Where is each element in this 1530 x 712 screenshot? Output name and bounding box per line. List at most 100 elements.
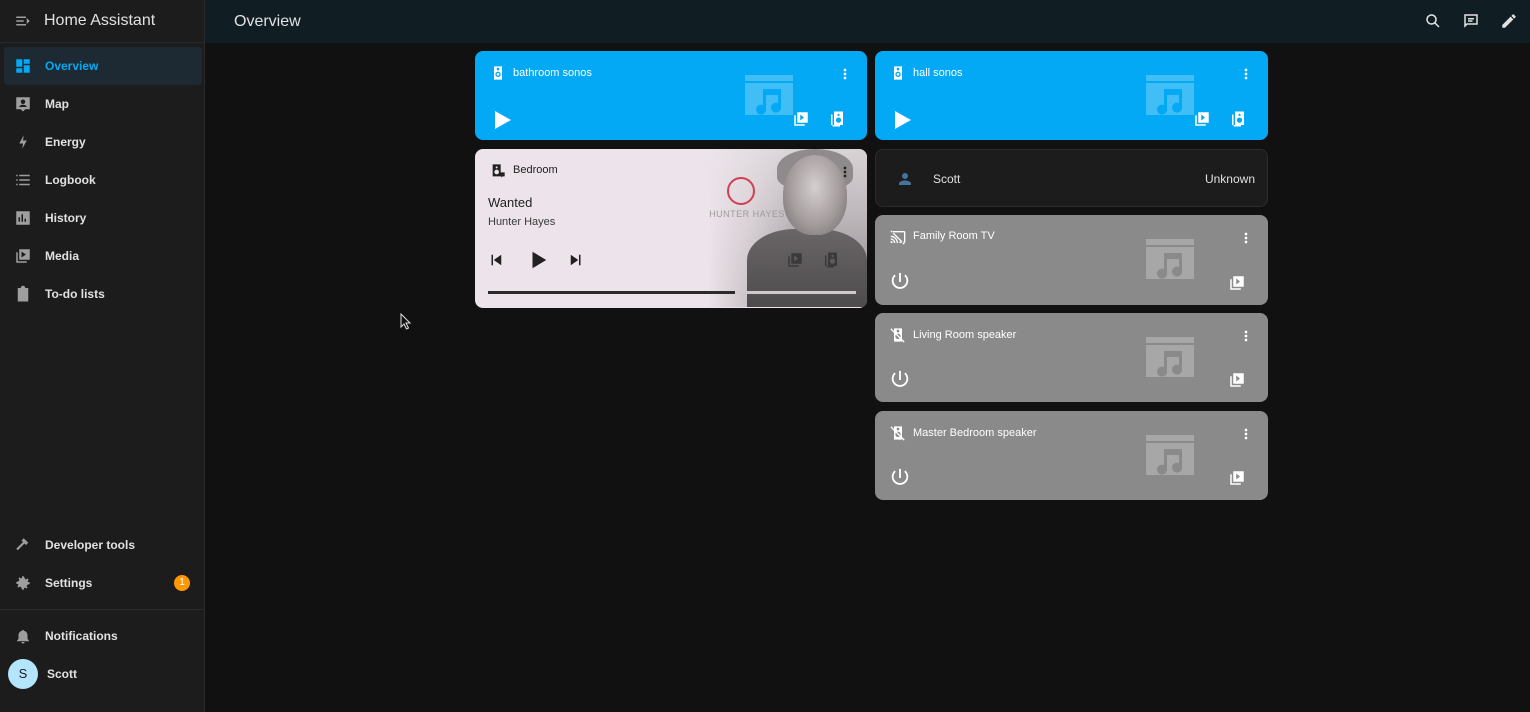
speaker-icon — [490, 65, 506, 81]
more-vert-icon[interactable] — [837, 163, 853, 181]
sidebar-divider — [0, 609, 204, 610]
browse-media-icon[interactable] — [1228, 274, 1246, 292]
album-art-logo — [727, 177, 755, 205]
play-icon[interactable] — [492, 109, 512, 131]
sidebar-item-label: Logbook — [45, 173, 96, 187]
mouse-cursor-icon — [400, 313, 412, 331]
card-title: bathroom sonos — [513, 67, 592, 79]
pencil-icon[interactable] — [1500, 12, 1518, 30]
sidebar-item-history[interactable]: History — [4, 199, 202, 237]
menu-open-icon[interactable] — [14, 12, 32, 30]
sidebar-item-label: Overview — [45, 59, 99, 73]
sidebar-item-logbook[interactable]: Logbook — [4, 161, 202, 199]
media-card-living-room-speaker[interactable]: Living Room speaker — [875, 313, 1268, 402]
play-icon[interactable] — [892, 109, 912, 131]
card-title: Master Bedroom speaker — [913, 427, 1037, 439]
sidebar-item-label: Notifications — [45, 629, 118, 643]
power-icon[interactable] — [889, 467, 911, 489]
map-icon — [14, 95, 32, 113]
card-title: Bedroom — [513, 164, 558, 176]
power-icon[interactable] — [889, 271, 911, 293]
speaker-group-icon[interactable] — [1229, 110, 1247, 128]
cast-off-icon — [890, 229, 906, 245]
track-artist: Hunter Hayes — [488, 216, 556, 228]
progress-bar[interactable] — [488, 291, 856, 294]
dashboard-icon — [14, 57, 32, 75]
music-placeholder-icon — [1144, 75, 1196, 117]
sidebar-item-map[interactable]: Map — [4, 85, 202, 123]
album-art-figure — [747, 229, 867, 307]
bell-icon — [14, 627, 32, 645]
more-vert-icon[interactable] — [1238, 229, 1254, 247]
track-title: Wanted — [488, 195, 533, 210]
more-vert-icon[interactable] — [837, 65, 853, 83]
browse-media-icon[interactable] — [1228, 469, 1246, 487]
skip-next-icon[interactable] — [567, 251, 585, 269]
play-box-multiple-icon — [14, 247, 32, 265]
search-icon[interactable] — [1424, 12, 1442, 30]
card-title: Family Room TV — [913, 230, 995, 242]
speaker-icon — [890, 65, 906, 81]
entity-name: Scott — [933, 172, 961, 186]
speaker-off-icon — [890, 327, 906, 343]
list-icon — [14, 171, 32, 189]
sidebar-item-label: Energy — [45, 135, 86, 149]
sidebar-item-notifications[interactable]: Notifications — [4, 617, 202, 655]
assist-icon[interactable] — [1462, 12, 1480, 30]
account-icon — [896, 170, 914, 188]
card-title: hall sonos — [913, 67, 963, 79]
sidebar: Home Assistant Overview Map Energy Logbo… — [0, 0, 205, 712]
more-vert-icon[interactable] — [1238, 327, 1254, 345]
sidebar-bottom: Developer tools Settings 1 Notifications… — [0, 526, 204, 693]
top-app-bar: Overview — [205, 0, 1530, 43]
card-title: Living Room speaker — [913, 329, 1017, 341]
sidebar-item-profile[interactable]: S Scott — [4, 655, 202, 693]
sidebar-item-label: History — [45, 211, 87, 225]
hammer-icon — [14, 536, 32, 554]
sidebar-item-label: To-do lists — [45, 287, 105, 301]
page-title: Overview — [234, 12, 301, 30]
speaker-group-icon[interactable] — [828, 110, 846, 128]
more-vert-icon[interactable] — [1238, 425, 1254, 443]
sidebar-item-todo-lists[interactable]: To-do lists — [4, 275, 202, 313]
media-card-hall-sonos[interactable]: hall sonos — [875, 51, 1268, 140]
media-card-family-room-tv[interactable]: Family Room TV — [875, 215, 1268, 305]
sidebar-item-developer-tools[interactable]: Developer tools — [4, 526, 202, 564]
sidebar-item-label: Developer tools — [45, 538, 136, 552]
browse-media-icon[interactable] — [792, 110, 810, 128]
sidebar-item-label: Media — [45, 249, 80, 263]
music-placeholder-icon — [1144, 337, 1196, 379]
lightning-bolt-icon — [14, 133, 32, 151]
power-icon[interactable] — [889, 369, 911, 391]
sidebar-item-overview[interactable]: Overview — [4, 47, 202, 85]
chart-box-icon — [14, 209, 32, 227]
app-title: Home Assistant — [44, 12, 156, 29]
media-card-bedroom[interactable]: HUNTER HAYES Bedroom Wanted Hunter Hayes — [475, 149, 867, 308]
browse-media-icon[interactable] — [786, 251, 804, 269]
media-card-master-bedroom-speaker[interactable]: Master Bedroom speaker — [875, 411, 1268, 500]
clipboard-list-icon — [14, 285, 32, 303]
sidebar-item-settings[interactable]: Settings 1 — [4, 564, 202, 602]
sidebar-item-energy[interactable]: Energy — [4, 123, 202, 161]
entity-card-scott[interactable]: Scott Unknown — [875, 149, 1268, 207]
sidebar-header: Home Assistant — [0, 0, 204, 43]
media-card-bathroom-sonos[interactable]: bathroom sonos — [475, 51, 867, 140]
sidebar-item-label: Settings — [45, 576, 93, 590]
sidebar-item-label: Scott — [47, 667, 77, 681]
skip-previous-icon[interactable] — [487, 251, 505, 269]
play-icon[interactable] — [527, 249, 549, 271]
music-placeholder-icon — [1144, 435, 1196, 477]
entity-state: Unknown — [1204, 172, 1255, 186]
album-art-text: HUNTER HAYES — [709, 209, 785, 219]
more-vert-icon[interactable] — [1238, 65, 1254, 83]
toolbar-actions — [1424, 12, 1518, 30]
browse-media-icon[interactable] — [1193, 110, 1211, 128]
speaker-group-icon[interactable] — [822, 251, 840, 269]
cog-icon — [14, 574, 32, 592]
music-placeholder-icon — [743, 75, 795, 117]
sidebar-item-media[interactable]: Media — [4, 237, 202, 275]
music-placeholder-icon — [1144, 239, 1196, 281]
progress-fill — [488, 291, 735, 294]
browse-media-icon[interactable] — [1228, 371, 1246, 389]
avatar: S — [8, 659, 38, 689]
